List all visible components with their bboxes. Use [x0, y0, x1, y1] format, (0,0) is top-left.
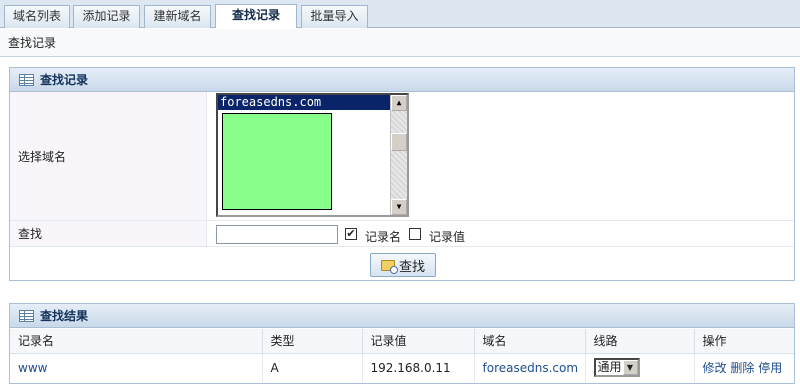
record-name-cell[interactable]: www	[10, 353, 263, 382]
edit-link[interactable]: 修改	[703, 361, 727, 375]
page-title: 查找记录	[0, 29, 800, 57]
domain-listbox[interactable]: foreasedns.com ▲ ▼	[216, 93, 409, 217]
column-header-value: 记录值	[362, 329, 475, 354]
search-label-text: 查找	[18, 227, 43, 241]
table-icon	[19, 310, 34, 322]
results-table: 记录名 类型 记录值 域名 线路 操作 www A 192.168.0.11 f…	[10, 329, 794, 382]
column-header-actions: 操作	[694, 329, 794, 354]
record-type-cell: A	[262, 353, 363, 382]
domain-label: 选择域名	[10, 92, 207, 220]
record-value-checkbox[interactable]	[409, 228, 421, 240]
domain-row: 选择域名 foreasedns.com ▲ ▼	[10, 92, 794, 221]
disable-link[interactable]: 停用	[758, 361, 782, 375]
record-name-checkbox-label: 记录名	[365, 230, 402, 244]
scroll-thumb[interactable]	[391, 133, 407, 151]
redacted-overlay	[222, 113, 332, 210]
record-value-cell: 192.168.0.11	[362, 353, 475, 382]
line-select-value: 通用	[597, 360, 622, 375]
search-panel-header: 查找记录	[10, 68, 794, 92]
dropdown-arrow-icon[interactable]: ▼	[622, 360, 638, 376]
record-domain-link[interactable]: foreasedns.com	[483, 361, 579, 375]
record-name-checkbox[interactable]: ✔	[345, 228, 357, 240]
search-panel-title: 查找记录	[40, 73, 89, 87]
table-icon	[19, 74, 34, 86]
tab-domain-list[interactable]: 域名列表	[4, 5, 70, 28]
tab-batch-import[interactable]: 批量导入	[301, 5, 368, 28]
search-panel: 查找记录 选择域名 foreasedns.com ▲ ▼ 查找 ✔ 记录名 记录…	[9, 67, 795, 281]
listbox-scrollbar[interactable]: ▲ ▼	[390, 95, 407, 215]
column-header-name: 记录名	[10, 329, 263, 354]
results-panel-header: 查找结果	[10, 304, 794, 328]
button-row: 查找	[10, 247, 794, 280]
record-actions-cell: 修改 删除 停用	[694, 353, 794, 382]
tab-new-domain[interactable]: 建新域名	[144, 5, 211, 28]
record-name-link[interactable]: www	[18, 361, 47, 375]
scroll-down-icon[interactable]: ▼	[391, 199, 407, 215]
results-panel-title: 查找结果	[40, 309, 89, 323]
column-header-type: 类型	[262, 329, 363, 354]
record-domain-cell: foreasedns.com	[474, 353, 586, 382]
record-value-checkbox-label: 记录值	[429, 230, 466, 244]
table-header-row: 记录名 类型 记录值 域名 线路 操作	[10, 329, 794, 354]
search-input[interactable]	[216, 225, 338, 244]
tab-find-record[interactable]: 查找记录	[215, 4, 297, 28]
tab-add-record[interactable]: 添加记录	[73, 5, 140, 28]
results-panel: 查找结果 记录名 类型 记录值 域名 线路 操作 www A 192.168.0…	[9, 303, 795, 384]
table-row: www A 192.168.0.11 foreasedns.com 通用 ▼ 修…	[10, 353, 794, 382]
search-button-label: 查找	[398, 259, 425, 275]
domain-option[interactable]: foreasedns.com	[218, 95, 390, 110]
line-select[interactable]: 通用 ▼	[593, 358, 640, 378]
record-line-cell: 通用 ▼	[585, 353, 695, 382]
scroll-up-icon[interactable]: ▲	[391, 95, 407, 111]
search-button[interactable]: 查找	[370, 253, 436, 277]
domain-label-text: 选择域名	[18, 149, 67, 164]
folder-search-icon	[380, 259, 398, 274]
delete-link[interactable]: 删除	[730, 361, 754, 375]
search-label: 查找	[10, 221, 207, 246]
column-header-line: 线路	[585, 329, 695, 354]
search-row: 查找 ✔ 记录名 记录值	[10, 221, 794, 247]
column-header-domain: 域名	[474, 329, 586, 354]
tab-bar: 域名列表 添加记录 建新域名 查找记录 批量导入	[0, 0, 800, 28]
